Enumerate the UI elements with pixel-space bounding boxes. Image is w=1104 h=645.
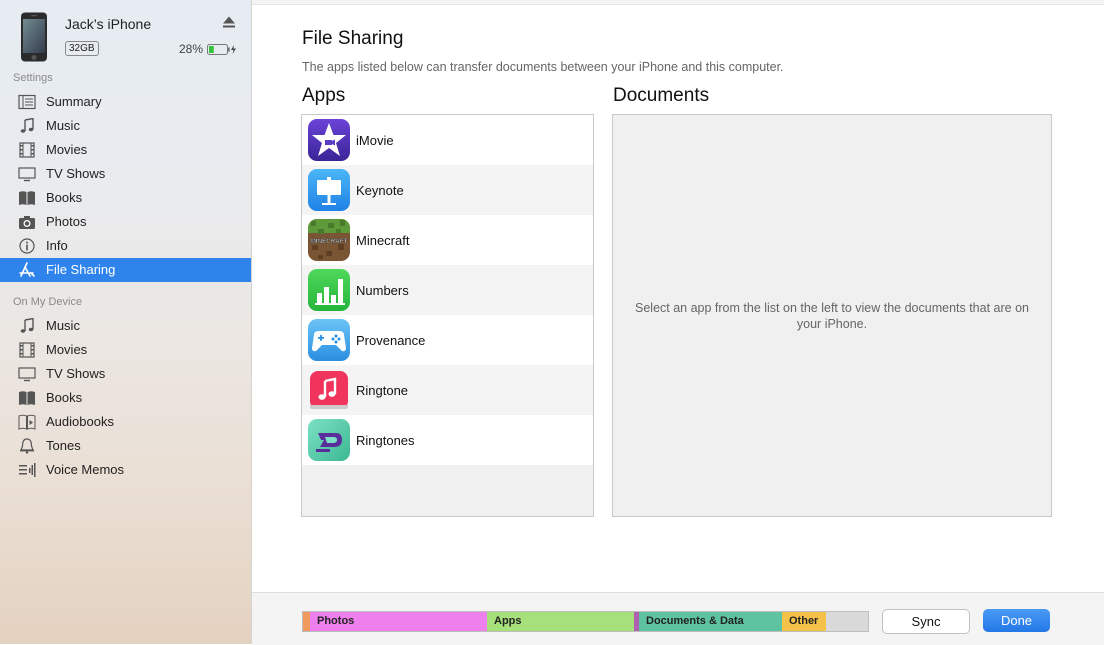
app-store-icon — [18, 262, 36, 278]
storage-segment — [303, 612, 310, 631]
page-description: The apps listed below can transfer docum… — [302, 60, 784, 74]
app-name: Minecraft — [356, 233, 410, 248]
main-content: File Sharing The apps listed below can t… — [252, 0, 1104, 645]
capacity-badge: 32GB — [65, 41, 99, 56]
sidebar-item-info[interactable]: Info — [0, 234, 251, 258]
page-title: File Sharing — [302, 28, 404, 49]
film-icon — [18, 342, 36, 358]
battery-charging-icon — [207, 44, 236, 55]
iphone-icon — [21, 12, 47, 62]
app-row[interactable]: Numbers — [302, 265, 593, 315]
sidebar-item-label: Summary — [46, 94, 102, 109]
sync-button[interactable]: Sync — [882, 609, 970, 634]
tv-icon — [18, 166, 36, 182]
tv-icon — [18, 366, 36, 382]
sidebar-item-books[interactable]: Books — [0, 186, 251, 210]
storage-segment-apps: Apps — [487, 612, 634, 631]
info-icon — [18, 238, 36, 254]
sidebar-item-label: Music — [46, 118, 80, 133]
battery-percent: 28% — [179, 42, 204, 56]
provenance-icon — [308, 319, 350, 361]
documents-header: Documents — [613, 85, 710, 106]
app-name: Numbers — [356, 283, 409, 298]
app-row[interactable]: Keynote — [302, 165, 593, 215]
sidebar-item-label: Movies — [46, 142, 88, 157]
sidebar-item-music[interactable]: Music — [0, 114, 251, 138]
settings-section-header: Settings — [13, 72, 53, 84]
book-icon — [18, 390, 36, 406]
numbers-icon — [308, 269, 350, 311]
imovie-icon — [308, 119, 350, 161]
app-row[interactable]: Ringtones — [302, 415, 593, 465]
documents-empty-message: Select an app from the list on the left … — [635, 301, 1029, 331]
sidebar-item-label: Audiobooks — [46, 414, 114, 429]
sidebar-item-label: Info — [46, 238, 68, 253]
sidebar-item-label: Books — [46, 190, 83, 205]
sidebar-item-label: TV Shows — [46, 366, 106, 381]
eject-icon[interactable] — [222, 15, 236, 29]
film-icon — [18, 142, 36, 158]
sidebar-item-label: TV Shows — [46, 166, 106, 181]
keynote-icon — [308, 169, 350, 211]
sidebar-item-movies[interactable]: Movies — [0, 338, 251, 362]
app-name: iMovie — [356, 133, 394, 148]
sidebar: Jack’s iPhone 32GB 28% Settings Summary M… — [0, 0, 252, 644]
book-icon — [18, 190, 36, 206]
ringtone-icon — [308, 369, 350, 411]
storage-segment-other: Other — [782, 612, 826, 631]
app-row[interactable]: Provenance — [302, 315, 593, 365]
minecraft-icon-text: MINECRAFT — [311, 238, 348, 245]
sidebar-item-label: Movies — [46, 342, 88, 357]
storage-segment-photos: Photos — [310, 612, 487, 631]
sidebar-item-label: Books — [46, 390, 83, 405]
sidebar-item-books[interactable]: Books — [0, 386, 251, 410]
device-header[interactable]: Jack’s iPhone 32GB 28% — [0, 0, 251, 70]
sidebar-item-file-sharing[interactable]: File Sharing — [0, 258, 251, 282]
sidebar-item-music[interactable]: Music — [0, 314, 251, 338]
sidebar-item-audiobooks[interactable]: Audiobooks — [0, 410, 251, 434]
sidebar-item-label: File Sharing — [46, 262, 116, 277]
sidebar-item-tv-shows[interactable]: TV Shows — [0, 162, 251, 186]
camera-icon — [18, 214, 36, 230]
sidebar-item-tones[interactable]: Tones — [0, 434, 251, 458]
voice-memos-icon — [18, 462, 36, 478]
top-divider — [252, 0, 1104, 5]
on-my-device-section-header: On My Device — [13, 296, 83, 308]
storage-segment — [826, 612, 868, 631]
sidebar-item-summary[interactable]: Summary — [0, 90, 251, 114]
sidebar-item-label: Photos — [46, 214, 87, 229]
app-name: Keynote — [356, 183, 404, 198]
sidebar-item-movies[interactable]: Movies — [0, 138, 251, 162]
apps-header: Apps — [302, 85, 346, 106]
storage-segment-documents-data: Documents & Data — [639, 612, 782, 631]
music-note-icon — [18, 317, 36, 334]
summary-icon — [18, 94, 36, 110]
sidebar-item-label: Tones — [46, 438, 81, 453]
app-row[interactable]: MINECRAFT Minecraft — [302, 215, 593, 265]
app-row[interactable]: Ringtone — [302, 365, 593, 415]
sidebar-item-tv-shows[interactable]: TV Shows — [0, 362, 251, 386]
app-name: Ringtones — [356, 433, 415, 448]
documents-panel[interactable]: Select an app from the list on the left … — [612, 114, 1052, 517]
ringtones-icon — [308, 419, 350, 461]
sidebar-item-photos[interactable]: Photos — [0, 210, 251, 234]
storage-usage-bar: Photos Apps Documents & Data Other — [302, 611, 869, 632]
app-name: Provenance — [356, 333, 426, 348]
done-button[interactable]: Done — [983, 609, 1050, 632]
minecraft-icon: MINECRAFT — [308, 219, 350, 261]
sidebar-item-label: Voice Memos — [46, 462, 125, 477]
app-name: Ringtone — [356, 383, 409, 398]
audiobook-icon — [18, 414, 36, 430]
bell-icon — [18, 438, 36, 454]
sidebar-item-voice-memos[interactable]: Voice Memos — [0, 458, 251, 482]
device-name: Jack’s iPhone — [65, 16, 152, 32]
apps-list[interactable]: iMovie Keynote MINECRAFT Minecraft Numbers Pr… — [301, 114, 594, 517]
app-row[interactable]: iMovie — [302, 115, 593, 165]
music-note-icon — [18, 117, 36, 134]
sidebar-item-label: Music — [46, 318, 80, 333]
footer-bar: Photos Apps Documents & Data Other Sync Don… — [252, 592, 1104, 645]
